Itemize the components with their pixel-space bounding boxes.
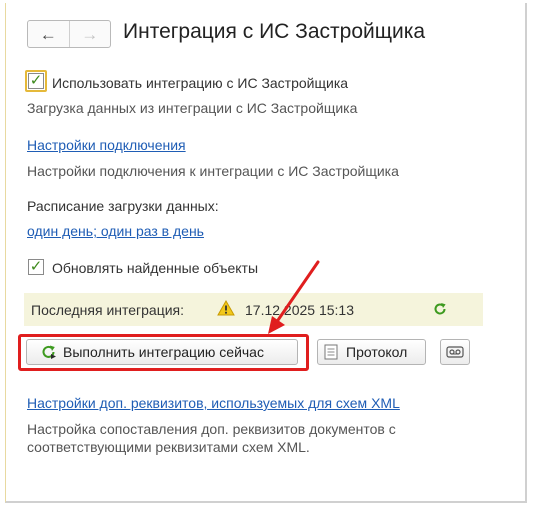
- forward-button[interactable]: →: [70, 21, 111, 47]
- protocol-button[interactable]: Протокол: [317, 339, 426, 365]
- page-title: Интеграция с ИС Застройщика: [123, 20, 426, 43]
- connection-settings-description: Настройки подключения к интеграции с ИС …: [27, 163, 399, 179]
- run-integration-button[interactable]: Выполнить интеграцию сейчас: [26, 339, 298, 365]
- check-icon: ✓: [29, 72, 43, 89]
- run-integration-label: Выполнить интеграцию сейчас: [63, 344, 264, 360]
- document-icon: [324, 344, 338, 360]
- nav-buttons: ← →: [27, 20, 111, 48]
- run-refresh-icon: [42, 345, 56, 359]
- check-icon: ✓: [29, 258, 43, 275]
- schedule-link[interactable]: один день; один раз в день: [27, 223, 204, 239]
- refresh-icon[interactable]: [433, 302, 447, 316]
- back-button[interactable]: ←: [28, 21, 70, 47]
- use-integration-checkbox[interactable]: ✓: [28, 73, 44, 89]
- warning-icon: [217, 300, 235, 316]
- arrow-left-icon: ←: [39, 24, 57, 44]
- update-objects-label[interactable]: Обновлять найденные объекты: [52, 260, 258, 276]
- schedule-label: Расписание загрузки данных:: [27, 198, 219, 214]
- connection-settings-link[interactable]: Настройки подключения: [27, 137, 186, 153]
- use-integration-label[interactable]: Использовать интеграцию с ИС Застройщика: [52, 75, 348, 91]
- use-integration-description: Загрузка данных из интеграции с ИС Застр…: [27, 100, 358, 116]
- protocol-label: Протокол: [346, 344, 408, 360]
- additional-props-description: Настройка сопоставления доп. реквизитов …: [27, 421, 396, 455]
- last-integration-label: Последняя интеграция:: [31, 302, 185, 318]
- tool-button[interactable]: [440, 339, 470, 365]
- tape-icon: [446, 346, 464, 358]
- update-objects-checkbox[interactable]: ✓: [28, 259, 44, 275]
- arrow-right-icon: →: [81, 24, 99, 44]
- additional-props-link[interactable]: Настройки доп. реквизитов, используемых …: [27, 395, 400, 411]
- last-integration-date: 17.12.2025 15:13: [245, 302, 354, 318]
